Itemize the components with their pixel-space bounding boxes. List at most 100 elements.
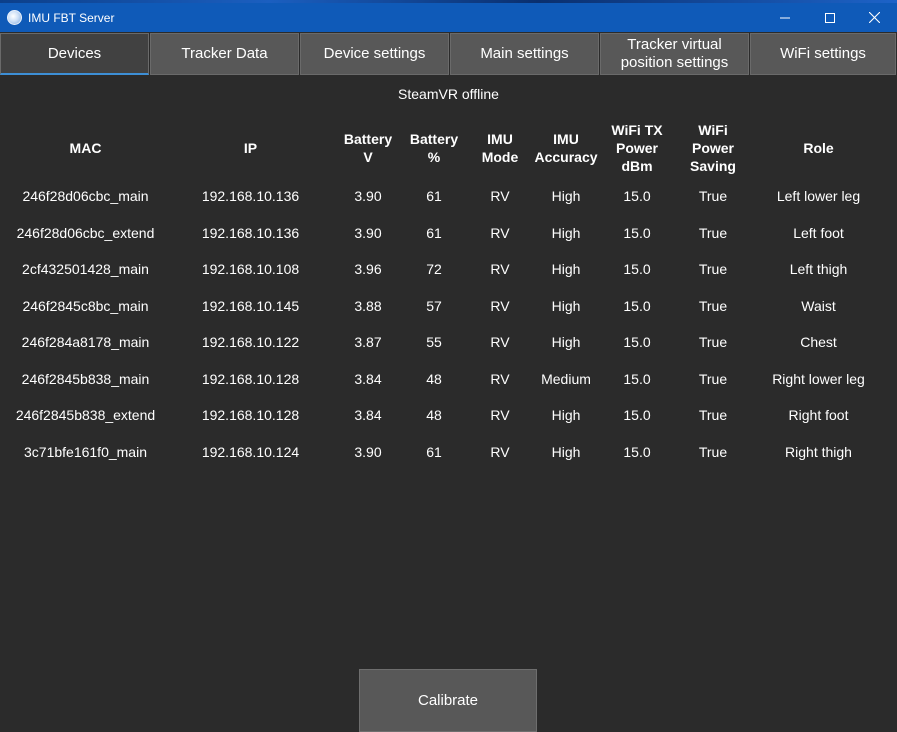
cell-mac: 246f2845b838_main [21,370,150,387]
cell-battery-percent: 55 [426,334,442,351]
cell-wifi-tx-power: 15.0 [623,188,651,205]
cell-wifi-power-saving: True [698,297,728,314]
column-header-wifi-power-saving: WiFi Power Saving [690,122,736,174]
cell-wifi-power-saving: True [698,261,728,278]
cell-wifi-power-saving: True [698,188,728,205]
table-row: 246f284a8178_main 192.168.10.122 3.87 55 RV H… [5,324,886,361]
close-icon [869,12,880,23]
cell-ip: 192.168.10.136 [201,224,300,241]
cell-ip: 192.168.10.128 [201,370,300,387]
maximize-button[interactable] [807,3,852,32]
cell-role: Waist [801,297,836,314]
cell-ip: 192.168.10.124 [201,443,300,460]
cell-wifi-tx-power: 15.0 [623,370,651,387]
cell-imu-accuracy: High [551,188,581,205]
cell-wifi-tx-power: 15.0 [623,407,651,424]
table-body: 246f28d06cbc_main 192.168.10.136 3.90 61 RV H… [5,178,886,470]
cell-ip: 192.168.10.136 [201,188,300,205]
cell-wifi-power-saving: True [698,443,728,460]
column-header-role: Role [803,140,834,156]
column-header-imu-accuracy: IMU Accuracy [534,131,598,165]
maximize-icon [824,12,835,23]
cell-wifi-tx-power: 15.0 [623,334,651,351]
cell-imu-mode: RV [490,443,510,460]
column-header-battery-v: Battery V [343,131,393,165]
cell-ip: 192.168.10.122 [201,334,300,351]
table-row: 246f28d06cbc_extend 192.168.10.136 3.90 61 R… [5,215,886,252]
cell-ip: 192.168.10.145 [201,297,300,314]
cell-imu-accuracy: High [551,261,581,278]
cell-role: Right foot [788,407,849,424]
window-titlebar[interactable]: IMU FBT Server [0,3,897,32]
cell-mac: 3c71bfe161f0_main [24,443,147,460]
cell-role: Right lower leg [772,370,865,387]
steamvr-status: SteamVR offline [398,86,499,102]
cell-wifi-power-saving: True [698,370,728,387]
table-header-row: MAC IP Battery V Battery % IMU Mode IMU … [5,118,886,178]
cell-imu-accuracy: High [551,443,581,460]
minimize-button[interactable] [762,3,807,32]
cell-wifi-power-saving: True [698,407,728,424]
cell-mac: 246f2845b838_extend [15,407,156,424]
calibrate-button[interactable]: Calibrate [359,669,537,732]
cell-mac: 246f284a8178_main [21,334,150,351]
cell-battery-percent: 72 [426,261,442,278]
cell-ip: 192.168.10.108 [201,261,300,278]
column-header-imu-mode: IMU Mode [481,131,519,165]
cell-wifi-power-saving: True [698,224,728,241]
cell-wifi-tx-power: 15.0 [623,443,651,460]
tab-devices[interactable]: Devices [0,33,149,75]
table-row: 246f28d06cbc_main 192.168.10.136 3.90 61 RV H… [5,178,886,215]
table-row: 246f2845b838_extend 192.168.10.128 3.84 48 R… [5,397,886,434]
cell-imu-mode: RV [490,224,510,241]
close-button[interactable] [852,3,897,32]
cell-role: Left foot [793,224,844,241]
table-row: 246f2845c8bc_main 192.168.10.145 3.88 57 RV H… [5,288,886,325]
column-header-wifi-tx-power: WiFi TX Power dBm [611,122,663,174]
cell-battery-v: 3.90 [354,443,382,460]
cell-role: Chest [800,334,837,351]
cell-battery-percent: 48 [426,407,442,424]
tab-device-settings[interactable]: Device settings [300,33,449,75]
cell-mac: 246f28d06cbc_main [22,188,149,205]
cell-imu-mode: RV [490,261,510,278]
column-header-mac: MAC [69,140,102,156]
cell-imu-mode: RV [490,188,510,205]
cell-battery-percent: 61 [426,188,442,205]
cell-ip: 192.168.10.128 [201,407,300,424]
cell-mac: 246f28d06cbc_extend [16,224,155,241]
window-title: IMU FBT Server [28,10,115,25]
cell-battery-percent: 48 [426,370,442,387]
tab-main-settings[interactable]: Main settings [450,33,599,75]
cell-role: Left thigh [789,261,848,278]
table-row: 246f2845b838_main 192.168.10.128 3.84 48 RV M… [5,361,886,398]
table-row: 2cf432501428_main 192.168.10.108 3.96 72 RV H… [5,251,886,288]
cell-battery-percent: 61 [426,443,442,460]
cell-imu-mode: RV [490,297,510,314]
table-row: 3c71bfe161f0_main 192.168.10.124 3.90 61 RV H… [5,434,886,471]
cell-imu-accuracy: High [551,297,581,314]
cell-wifi-tx-power: 15.0 [623,297,651,314]
cell-wifi-tx-power: 15.0 [623,261,651,278]
cell-imu-accuracy: High [551,407,581,424]
cell-wifi-tx-power: 15.0 [623,224,651,241]
cell-mac: 246f2845c8bc_main [22,297,149,314]
column-header-battery-percent: Battery % [409,131,459,165]
cell-mac: 2cf432501428_main [22,261,149,278]
tab-tracker-virtual-position-settings[interactable]: Tracker virtual position settings [600,33,749,75]
tab-wifi-settings[interactable]: WiFi settings [750,33,896,75]
cell-battery-v: 3.84 [354,407,382,424]
tab-tracker-data[interactable]: Tracker Data [150,33,299,75]
cell-battery-percent: 61 [426,224,442,241]
cell-battery-v: 3.96 [354,261,382,278]
column-header-ip: IP [243,140,258,156]
cell-imu-accuracy: Medium [541,370,591,387]
cell-wifi-power-saving: True [698,334,728,351]
cell-battery-v: 3.88 [354,297,382,314]
cell-battery-v: 3.90 [354,224,382,241]
cell-battery-percent: 57 [426,297,442,314]
cell-imu-mode: RV [490,370,510,387]
minimize-icon [779,17,790,18]
devices-table: MAC IP Battery V Battery % IMU Mode IMU … [5,118,886,470]
cell-imu-mode: RV [490,407,510,424]
